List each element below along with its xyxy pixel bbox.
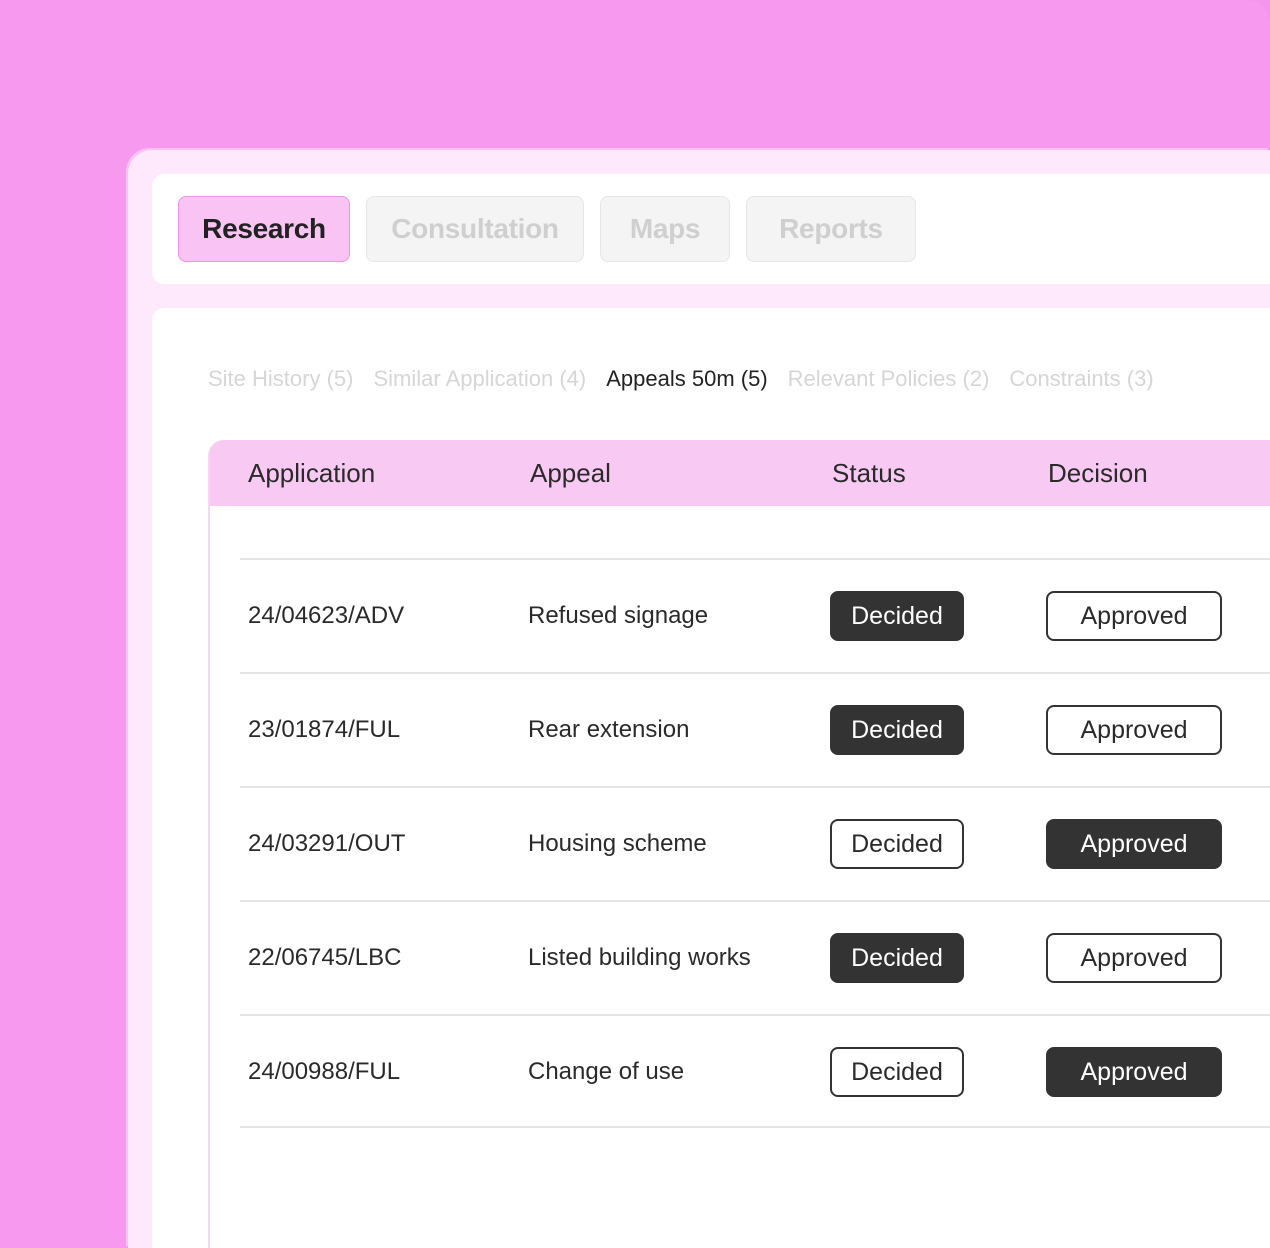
content-panel: Site History (5) Similar Application (4)…: [152, 308, 1270, 1248]
status-badge: Decided: [830, 1047, 964, 1097]
main-tab-bar: Research Consultation Maps Reports: [152, 174, 1270, 284]
status-badge: Decided: [830, 819, 964, 869]
status-badge: Decided: [830, 591, 964, 641]
appeal-description: Housing scheme: [528, 830, 707, 857]
tab-consultation[interactable]: Consultation: [366, 196, 584, 262]
tab-research[interactable]: Research: [178, 196, 350, 262]
table-row[interactable]: 22/06745/LBC Listed building works Decid…: [240, 900, 1270, 1014]
header-appeal: Appeal: [530, 458, 611, 488]
status-badge: Decided: [830, 933, 964, 983]
header-decision: Decision: [1048, 458, 1148, 488]
subtab-constraints[interactable]: Constraints (3): [1009, 366, 1153, 392]
decision-badge: Approved: [1046, 705, 1222, 755]
status-badge: Decided: [830, 705, 964, 755]
decision-badge: Approved: [1046, 1047, 1222, 1097]
header-application: Application: [248, 458, 376, 488]
decision-badge: Approved: [1046, 591, 1222, 641]
appeal-description: Refused signage: [528, 602, 709, 629]
application-ref: 24/03291/OUT: [248, 830, 406, 857]
sub-tab-bar: Site History (5) Similar Application (4)…: [208, 366, 1154, 392]
header-status: Status: [832, 458, 906, 488]
subtab-relevant-policies[interactable]: Relevant Policies (2): [788, 366, 990, 392]
decision-badge: Approved: [1046, 933, 1222, 983]
app-window: Research Consultation Maps Reports Site …: [128, 150, 1270, 1248]
appeals-table: Application Appeal Status Decision 24/04…: [208, 440, 1270, 1248]
subtab-appeals[interactable]: Appeals 50m (5): [606, 366, 767, 392]
table-body: 24/04623/ADV Refused signage Decided App…: [240, 558, 1270, 1128]
tab-reports[interactable]: Reports: [746, 196, 916, 262]
table-row[interactable]: 24/00988/FUL Change of use Decided Appro…: [240, 1014, 1270, 1128]
application-ref: 22/06745/LBC: [248, 944, 402, 971]
appeal-description: Change of use: [528, 1058, 685, 1085]
decision-badge: Approved: [1046, 819, 1222, 869]
subtab-similar-application[interactable]: Similar Application (4): [373, 366, 586, 392]
application-ref: 24/00988/FUL: [248, 1058, 401, 1085]
application-ref: 23/01874/FUL: [248, 716, 401, 743]
table-row[interactable]: 24/04623/ADV Refused signage Decided App…: [240, 558, 1270, 672]
appeal-description: Listed building works: [528, 944, 751, 971]
appeal-description: Rear extension: [528, 716, 690, 743]
table-row[interactable]: 23/01874/FUL Rear extension Decided Appr…: [240, 672, 1270, 786]
table-row[interactable]: 24/03291/OUT Housing scheme Decided Appr…: [240, 786, 1270, 900]
application-ref: 24/04623/ADV: [248, 602, 405, 629]
table-header: Application Appeal Status Decision: [210, 440, 1270, 506]
subtab-site-history[interactable]: Site History (5): [208, 366, 353, 392]
tab-maps[interactable]: Maps: [600, 196, 730, 262]
